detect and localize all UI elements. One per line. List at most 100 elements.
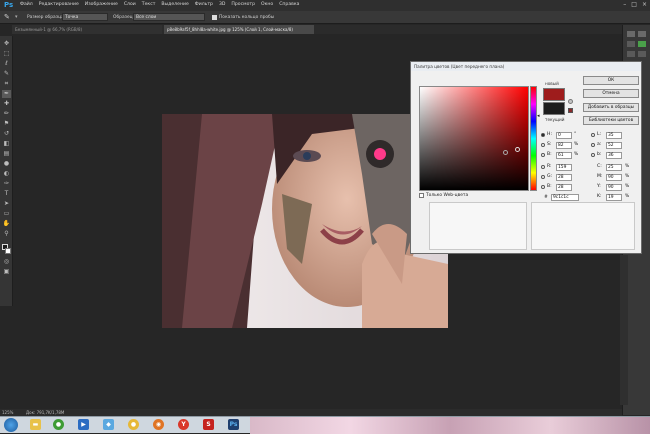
- firefox-icon[interactable]: ◉: [153, 419, 164, 430]
- panel-icon[interactable]: [627, 41, 635, 47]
- dodge-tool-icon[interactable]: ◐: [2, 170, 11, 178]
- menu-3d[interactable]: 3D: [219, 2, 225, 10]
- app-icon[interactable]: ●: [128, 419, 139, 430]
- menu-window[interactable]: Окно: [261, 2, 273, 10]
- a-input[interactable]: 52: [606, 142, 622, 149]
- b-input[interactable]: 61: [556, 152, 572, 159]
- blue-input[interactable]: 28: [556, 184, 572, 191]
- radio-b[interactable]: [541, 153, 545, 157]
- chrome-icon[interactable]: ●: [53, 419, 64, 430]
- radio-h[interactable]: [541, 133, 545, 137]
- lab-b-input[interactable]: 36: [606, 152, 622, 159]
- radio-a[interactable]: [591, 143, 595, 147]
- gradient-tool-icon[interactable]: ▤: [2, 150, 11, 158]
- stamp-tool-icon[interactable]: ⚑: [2, 120, 11, 128]
- image-canvas[interactable]: [162, 114, 448, 328]
- minimize-icon[interactable]: –: [623, 1, 626, 8]
- quick-mask-icon[interactable]: ◎: [2, 258, 11, 266]
- menu-image[interactable]: Изображение: [85, 2, 118, 10]
- tab-active-image[interactable]: p8e8b9af5f_8hhl8a-white.jpg @ 125% (Слой…: [164, 25, 314, 34]
- panel-icon[interactable]: [638, 51, 646, 57]
- r-input[interactable]: 159: [556, 164, 572, 171]
- menu-type[interactable]: Текст: [142, 2, 156, 10]
- quick-select-tool-icon[interactable]: ✎: [2, 70, 11, 78]
- hue-slider[interactable]: [530, 86, 537, 191]
- color-libraries-button[interactable]: Библиотеки цветов: [583, 116, 639, 125]
- show-ring-checkbox[interactable]: [212, 15, 217, 20]
- cancel-button[interactable]: Отмена: [583, 89, 639, 98]
- menu-select[interactable]: Выделение: [161, 2, 188, 10]
- g-input[interactable]: 28: [556, 174, 572, 181]
- menu-view[interactable]: Просмотр: [231, 2, 255, 10]
- menu-filter[interactable]: Фильтр: [195, 2, 213, 10]
- add-to-swatches-button[interactable]: Добавить в образцы: [583, 103, 639, 112]
- healing-tool-icon[interactable]: ✚: [2, 100, 11, 108]
- photoshop-taskbar-icon[interactable]: Ps: [228, 419, 239, 430]
- media-player-icon[interactable]: ▶: [78, 419, 89, 430]
- sample-select[interactable]: Все слои: [133, 13, 205, 21]
- radio-lab-b[interactable]: [591, 153, 595, 157]
- color-cursor[interactable]: [503, 150, 508, 155]
- start-button[interactable]: [4, 418, 18, 432]
- sample-size-select[interactable]: Точка: [62, 13, 108, 21]
- hex-input[interactable]: 9c1c1c: [551, 194, 579, 201]
- brush-tool-icon[interactable]: ✏: [2, 110, 11, 118]
- tab-untitled[interactable]: Безымянный-1 @ 66,7% (RGB/8): [12, 25, 162, 34]
- menu-file[interactable]: Файл: [20, 2, 33, 10]
- menu-edit[interactable]: Редактирование: [39, 2, 79, 10]
- panel-icon[interactable]: [627, 31, 635, 37]
- lasso-tool-icon[interactable]: ℓ: [2, 60, 11, 68]
- out-of-gamut-icon[interactable]: [568, 99, 573, 104]
- ok-button[interactable]: ОК: [583, 76, 639, 85]
- web-colors-checkbox[interactable]: [419, 193, 424, 198]
- m-input[interactable]: 90: [606, 174, 622, 181]
- menu-layers[interactable]: Слои: [124, 2, 136, 10]
- background-color-swatch[interactable]: [5, 248, 11, 254]
- chevron-down-icon[interactable]: ▾: [15, 14, 18, 20]
- panel-icon[interactable]: [638, 41, 646, 47]
- k-input[interactable]: 19: [606, 194, 622, 201]
- path-select-tool-icon[interactable]: ➤: [2, 200, 11, 208]
- screen-mode-icon[interactable]: ▣: [2, 268, 11, 276]
- blur-tool-icon[interactable]: ●: [2, 160, 11, 168]
- eyedropper-tool-icon[interactable]: ✒: [2, 90, 11, 98]
- app-icon[interactable]: S: [203, 419, 214, 430]
- yandex-browser-icon[interactable]: Y: [178, 419, 189, 430]
- crop-tool-icon[interactable]: ⌗: [2, 80, 11, 88]
- l-input[interactable]: 35: [606, 132, 622, 139]
- hue-slider-arrow-icon[interactable]: ◂: [537, 113, 540, 119]
- maximize-icon[interactable]: □: [631, 1, 637, 8]
- radio-r[interactable]: [541, 165, 545, 169]
- move-tool-icon[interactable]: ✥: [2, 40, 11, 48]
- radio-s[interactable]: [541, 143, 545, 147]
- shape-tool-icon[interactable]: ▭: [2, 210, 11, 218]
- eraser-tool-icon[interactable]: ◧: [2, 140, 11, 148]
- saturation-brightness-field[interactable]: [419, 86, 529, 191]
- radio-blue[interactable]: [541, 185, 545, 189]
- panel-icon[interactable]: [627, 51, 635, 57]
- marquee-tool-icon[interactable]: ⬚: [2, 50, 11, 58]
- s-input[interactable]: 82: [556, 142, 572, 149]
- eyedropper-icon[interactable]: ✎: [4, 13, 13, 22]
- pen-tool-icon[interactable]: ✑: [2, 180, 11, 188]
- y-input[interactable]: 90: [606, 184, 622, 191]
- web-safe-cube-icon[interactable]: [568, 108, 573, 113]
- zoom-tool-icon[interactable]: ⚲: [2, 230, 11, 238]
- panel-icon[interactable]: [638, 31, 646, 37]
- radio-l[interactable]: [591, 133, 595, 137]
- a-label: a:: [597, 142, 602, 147]
- type-tool-icon[interactable]: T: [2, 190, 11, 198]
- radio-g[interactable]: [541, 175, 545, 179]
- app-icon[interactable]: ◆: [103, 419, 114, 430]
- hand-tool-icon[interactable]: ✋: [2, 220, 11, 228]
- h-input[interactable]: 0: [556, 132, 572, 139]
- color-cursor[interactable]: [515, 147, 520, 152]
- current-color-swatch[interactable]: [543, 102, 565, 115]
- folder-icon[interactable]: ▬: [30, 419, 41, 430]
- zoom-level[interactable]: 125%: [2, 410, 13, 415]
- preview-panel: [429, 202, 527, 250]
- menu-help[interactable]: Справка: [279, 2, 299, 10]
- c-input[interactable]: 25: [606, 164, 622, 171]
- history-brush-tool-icon[interactable]: ↺: [2, 130, 11, 138]
- close-icon[interactable]: ×: [642, 1, 647, 8]
